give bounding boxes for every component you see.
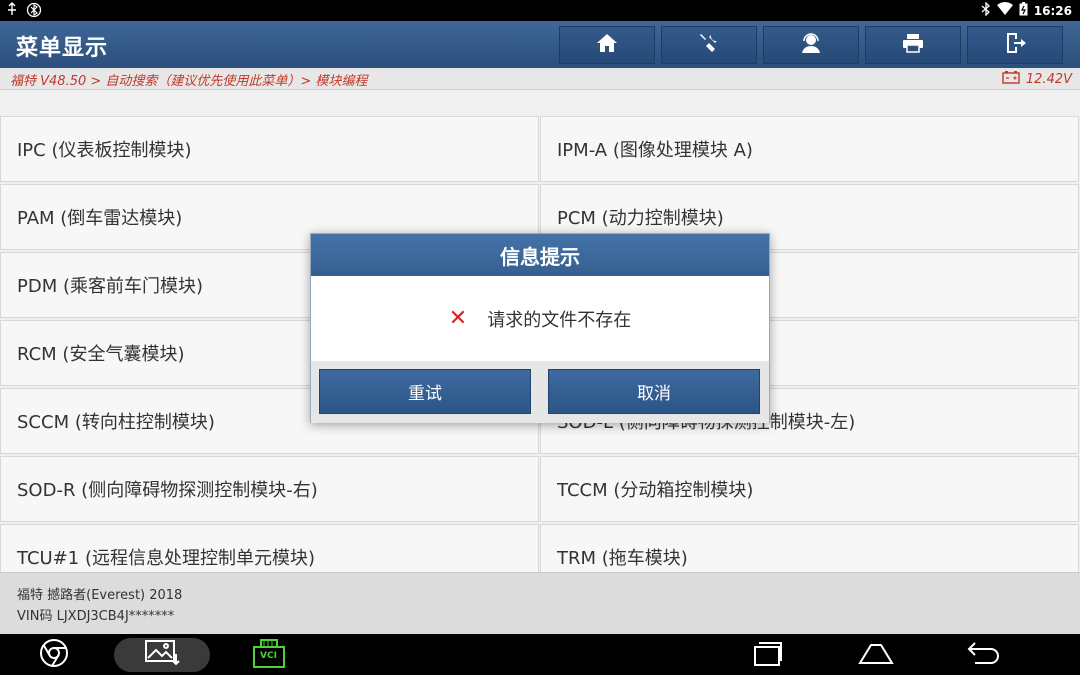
clock: 16:26 — [1033, 3, 1072, 18]
gallery-icon — [142, 638, 182, 672]
cancel-button[interactable]: 取消 — [548, 369, 760, 414]
retry-button[interactable]: 重试 — [319, 369, 531, 414]
page-title: 菜单显示 — [16, 36, 109, 61]
back-icon — [965, 639, 1003, 671]
chrome-icon — [38, 637, 70, 673]
breadcrumb[interactable]: 福特 V48.50 > 自动搜索（建议优先使用此菜单）> 模块编程 — [10, 70, 367, 89]
support-person-icon — [799, 31, 823, 59]
dialog-title: 信息提示 — [311, 234, 769, 276]
module-row: TCU#1 (远程信息处理控制单元模块) TRM (拖车模块) — [0, 524, 1080, 572]
vehicle-info: 福特 撼路者(Everest) 2018 VIN码 LJXDJ3CB4J****… — [0, 572, 1080, 634]
diagnose-tools-button[interactable] — [661, 26, 757, 64]
usb-debug-icon — [6, 2, 18, 21]
home-button[interactable] — [559, 26, 655, 64]
navigation-bar: VCI — [0, 634, 1080, 675]
dialog-footer: 重试 取消 — [311, 361, 769, 423]
status-right: 16:26 — [981, 1, 1072, 19]
home-nav-icon — [857, 639, 895, 671]
app-header: 菜单显示 — [0, 21, 1080, 68]
module-row: SOD-R (侧向障碍物探测控制模块-右) TCCM (分动箱控制模块) — [0, 456, 1080, 524]
module-item[interactable]: IPM-A (图像处理模块 A) — [540, 116, 1079, 182]
voltage-value: 12.42V — [1025, 71, 1072, 87]
dialog-body: ✕ 请求的文件不存在 — [311, 276, 769, 361]
print-button[interactable] — [865, 26, 961, 64]
breadcrumb-bar: 福特 V48.50 > 自动搜索（建议优先使用此菜单）> 模块编程 12.42V — [0, 68, 1080, 90]
voltage-indicator: 12.42V — [1002, 70, 1072, 88]
module-item[interactable]: TCCM (分动箱控制模块) — [540, 456, 1079, 522]
back-button[interactable] — [962, 638, 1006, 672]
status-left — [6, 2, 42, 21]
support-button[interactable] — [763, 26, 859, 64]
module-item[interactable]: IPC (仪表板控制模块) — [0, 116, 539, 182]
status-bar: 16:26 — [0, 0, 1080, 21]
recent-apps-icon — [750, 639, 786, 671]
exit-button[interactable] — [967, 26, 1063, 64]
vehicle-vin: VIN码 LJXDJ3CB4J******* — [17, 609, 175, 624]
error-x-icon: ✕ — [448, 306, 468, 331]
bluetooth-share-icon — [26, 2, 42, 21]
battery-icon — [1019, 2, 1028, 19]
diagnose-tools-icon — [697, 31, 721, 59]
print-icon — [901, 31, 925, 59]
dialog-message: 请求的文件不存在 — [487, 309, 632, 331]
vci-button[interactable]: VCI — [248, 638, 290, 672]
recent-apps-button[interactable] — [746, 638, 790, 672]
home-nav-button[interactable] — [854, 638, 898, 672]
vci-label: VCI — [260, 651, 277, 661]
wifi-icon — [996, 2, 1013, 19]
home-icon — [595, 31, 619, 59]
vehicle-model: 福特 撼路者(Everest) 2018 — [17, 588, 183, 603]
car-battery-icon — [1002, 70, 1020, 88]
chrome-button[interactable] — [34, 638, 74, 672]
message-dialog: 信息提示 ✕ 请求的文件不存在 重试 取消 — [310, 233, 770, 423]
module-item[interactable]: TCU#1 (远程信息处理控制单元模块) — [0, 524, 539, 572]
module-item[interactable]: SOD-R (侧向障碍物探测控制模块-右) — [0, 456, 539, 522]
module-item[interactable]: TRM (拖车模块) — [540, 524, 1079, 572]
gallery-button[interactable] — [114, 638, 210, 672]
bluetooth-icon — [981, 1, 991, 19]
exit-icon — [1003, 31, 1027, 59]
module-row: IPC (仪表板控制模块) IPM-A (图像处理模块 A) — [0, 116, 1080, 184]
